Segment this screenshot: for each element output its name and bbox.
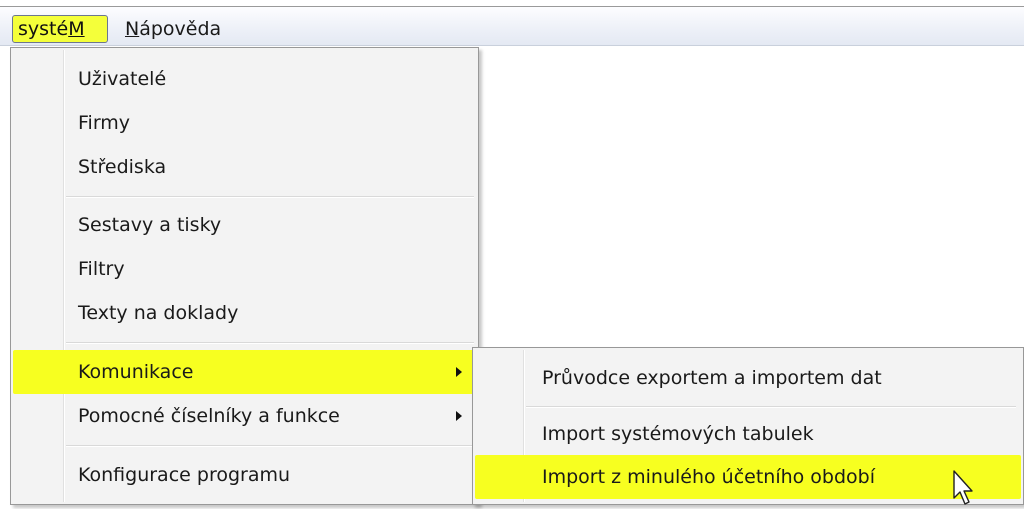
menu-separator	[66, 445, 474, 447]
menu-item-label: Import z minulého účetního období	[542, 466, 876, 488]
menu-item-label: Komunikace	[78, 361, 194, 383]
menu-item-communication[interactable]: Komunikace	[13, 350, 476, 394]
menu-bar: systéM Nápověda	[0, 7, 1024, 46]
menu-item-label: Konfigurace programu	[78, 464, 291, 486]
menu-item-label: Pomocné číselníky a funkce	[78, 405, 340, 427]
menu-item-centers[interactable]: Střediska	[13, 145, 476, 189]
chevron-right-icon	[456, 411, 462, 421]
submenu-item-import-previous-period[interactable]: Import z minulého účetního období	[475, 455, 1021, 499]
menu-item-label: Uživatelé	[78, 68, 167, 90]
menu-item-program-configuration[interactable]: Konfigurace programu	[13, 453, 476, 497]
menu-item-label: Firmy	[78, 112, 131, 134]
menu-item-label: Import systémových tabulek	[542, 423, 814, 445]
system-dropdown-menu: Uživatelé Firmy Střediska Sestavy a tisk…	[10, 47, 479, 505]
menu-item-reports[interactable]: Sestavy a tisky	[13, 203, 476, 247]
menu-separator	[66, 196, 474, 198]
menu-separator	[526, 406, 1016, 408]
menu-item-auxiliary-codebooks[interactable]: Pomocné číselníky a funkce	[13, 394, 476, 438]
menu-item-label: Sestavy a tisky	[78, 214, 222, 236]
menu-item-label: Filtry	[78, 258, 125, 280]
menu-help-label: ápověda	[139, 18, 222, 40]
menu-system-label: systé	[18, 18, 69, 40]
menu-item-label: Texty na doklady	[78, 302, 239, 324]
menu-item-label: Průvodce exportem a importem dat	[542, 367, 882, 389]
submenu-item-import-system-tables[interactable]: Import systémových tabulek	[475, 412, 1021, 456]
mouse-pointer-icon	[953, 470, 973, 505]
submenu-item-export-import-wizard[interactable]: Průvodce exportem a importem dat	[475, 356, 1021, 400]
menu-item-document-texts[interactable]: Texty na doklady	[13, 291, 476, 335]
menu-item-companies[interactable]: Firmy	[13, 101, 476, 145]
menu-item-filters[interactable]: Filtry	[13, 247, 476, 291]
chevron-right-icon	[456, 367, 462, 377]
menu-item-label: Střediska	[78, 156, 167, 178]
menu-system[interactable]: systéM	[12, 15, 108, 43]
communication-submenu: Průvodce exportem a importem dat Import …	[472, 347, 1024, 505]
menu-help-mnemonic: N	[125, 18, 140, 40]
menu-help[interactable]: Nápověda	[119, 15, 227, 43]
menu-separator	[66, 342, 474, 344]
menu-item-users[interactable]: Uživatelé	[13, 57, 476, 101]
menu-system-mnemonic: M	[68, 18, 85, 40]
application-window: systéM Nápověda Uživatelé Firmy Středisk…	[0, 0, 1024, 509]
